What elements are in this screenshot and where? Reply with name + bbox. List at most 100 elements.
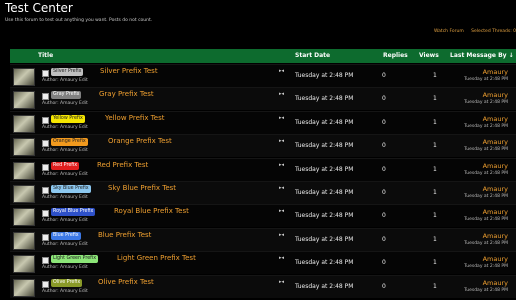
thread-title-link[interactable]: Light Green Prefix Test bbox=[117, 254, 196, 262]
last-message-user[interactable]: Amaury bbox=[483, 138, 508, 146]
table-row[interactable]: Silver Prefix Silver Prefix Test Author:… bbox=[10, 64, 516, 87]
view-count: 1 bbox=[433, 142, 437, 150]
start-date: Tuesday at 2:48 PM bbox=[295, 212, 354, 220]
thread-prefix[interactable]: Light Green Prefix bbox=[51, 255, 99, 264]
column-views[interactable]: Views bbox=[419, 52, 439, 59]
table-row[interactable]: Gray Prefix Gray Prefix Test Author: Ama… bbox=[10, 87, 516, 111]
table-row[interactable]: Light Green Prefix Light Green Prefix Te… bbox=[10, 251, 516, 275]
select-checkbox[interactable] bbox=[42, 140, 49, 148]
thread-title-link[interactable]: Olive Prefix Test bbox=[98, 278, 154, 286]
select-checkbox[interactable] bbox=[42, 280, 49, 288]
preview-arrows-icon[interactable]: ▸◂ bbox=[279, 232, 284, 238]
last-message-user[interactable]: Amaury bbox=[483, 115, 508, 123]
preview-arrows-icon[interactable]: ▸◂ bbox=[279, 208, 284, 214]
thread-author: Author: Amaury Edit bbox=[42, 288, 88, 294]
thread-title-link[interactable]: Orange Prefix Test bbox=[108, 137, 172, 145]
thread-prefix[interactable]: Royal Blue Prefix bbox=[51, 208, 96, 217]
thread-author: Author: Amaury Edit bbox=[42, 148, 88, 154]
thread-title-link[interactable]: Silver Prefix Test bbox=[100, 67, 158, 75]
view-count: 1 bbox=[433, 72, 437, 79]
page-title: Test Center bbox=[5, 1, 73, 15]
thread-prefix[interactable]: Gray Prefix bbox=[51, 91, 82, 100]
avatar[interactable] bbox=[13, 138, 35, 157]
table-row[interactable]: Olive Prefix Olive Prefix Test Author: A… bbox=[10, 274, 516, 298]
avatar[interactable] bbox=[13, 185, 35, 203]
thread-author: Author: Amaury Edit bbox=[42, 78, 88, 83]
table-row[interactable]: Blue Prefix Blue Prefix Test Author: Ama… bbox=[10, 227, 516, 251]
last-message-user[interactable]: Amaury bbox=[483, 279, 508, 287]
preview-arrows-icon[interactable]: ▸◂ bbox=[279, 68, 284, 74]
thread-title-link[interactable]: Red Prefix Test bbox=[97, 161, 148, 169]
column-start-date[interactable]: Start Date bbox=[295, 52, 330, 59]
last-message-user[interactable]: Amaury bbox=[483, 68, 508, 76]
last-message-user[interactable]: Amaury bbox=[483, 91, 508, 99]
avatar[interactable] bbox=[13, 91, 35, 110]
watch-forum-link[interactable]: Watch Forum bbox=[434, 29, 464, 34]
last-message-user[interactable]: Amaury bbox=[483, 255, 508, 263]
preview-arrows-icon[interactable]: ▸◂ bbox=[279, 255, 284, 261]
start-date: Tuesday at 2:48 PM bbox=[295, 118, 354, 126]
column-last-message[interactable]: Last Message By ↓ bbox=[450, 52, 514, 59]
select-checkbox[interactable] bbox=[42, 187, 49, 194]
view-count: 1 bbox=[433, 259, 437, 267]
table-row[interactable]: Red Prefix Red Prefix Test Author: Amaur… bbox=[10, 157, 516, 181]
select-checkbox[interactable] bbox=[42, 70, 49, 77]
reply-count: 0 bbox=[382, 282, 386, 290]
avatar[interactable] bbox=[13, 255, 35, 274]
avatar[interactable] bbox=[13, 231, 35, 250]
last-message-user[interactable]: Amaury bbox=[483, 185, 508, 193]
select-checkbox[interactable] bbox=[42, 93, 49, 101]
table-row[interactable]: Sky Blue Prefix Sky Blue Prefix Test Aut… bbox=[10, 181, 516, 204]
reply-count: 0 bbox=[382, 189, 386, 196]
avatar[interactable] bbox=[13, 68, 35, 86]
view-count: 1 bbox=[433, 235, 437, 243]
column-replies[interactable]: Replies bbox=[383, 52, 408, 59]
thread-author: Author: Amaury Edit bbox=[42, 218, 88, 224]
avatar[interactable] bbox=[13, 114, 35, 133]
last-message-date: Tuesday at 2:48 PM bbox=[464, 217, 508, 223]
start-date: Tuesday at 2:48 PM bbox=[295, 189, 354, 196]
thread-prefix[interactable]: Blue Prefix bbox=[51, 231, 81, 240]
thread-title-link[interactable]: Royal Blue Prefix Test bbox=[114, 207, 189, 215]
table-row[interactable]: Yellow Prefix Yellow Prefix Test Author:… bbox=[10, 110, 516, 134]
thread-author: Author: Amaury Edit bbox=[42, 101, 88, 107]
avatar[interactable] bbox=[13, 208, 35, 227]
select-checkbox[interactable] bbox=[42, 116, 49, 124]
thread-title-link[interactable]: Blue Prefix Test bbox=[98, 231, 151, 239]
last-message-user[interactable]: Amaury bbox=[483, 208, 508, 216]
selected-threads-link[interactable]: Selected Threads: 0 bbox=[471, 29, 516, 34]
last-message-user[interactable]: Amaury bbox=[483, 232, 508, 240]
thread-prefix[interactable]: Yellow Prefix bbox=[51, 114, 85, 123]
preview-arrows-icon[interactable]: ▸◂ bbox=[279, 162, 284, 168]
thread-prefix[interactable]: Silver Prefix bbox=[51, 68, 84, 76]
thread-title-link[interactable]: Gray Prefix Test bbox=[99, 90, 154, 98]
column-title[interactable]: Title bbox=[38, 52, 53, 59]
last-message-date: Tuesday at 2:48 PM bbox=[464, 100, 508, 106]
select-checkbox[interactable] bbox=[42, 163, 49, 171]
last-message-user[interactable]: Amaury bbox=[483, 162, 508, 170]
preview-arrows-icon[interactable]: ▸◂ bbox=[279, 138, 284, 144]
start-date: Tuesday at 2:48 PM bbox=[295, 235, 354, 243]
table-row[interactable]: Orange Prefix Orange Prefix Test Author:… bbox=[10, 134, 516, 158]
view-count: 1 bbox=[433, 118, 437, 126]
thread-prefix[interactable]: Orange Prefix bbox=[51, 138, 88, 147]
thread-title-link[interactable]: Sky Blue Prefix Test bbox=[108, 184, 176, 192]
select-checkbox[interactable] bbox=[42, 257, 49, 265]
thread-prefix[interactable]: Olive Prefix bbox=[51, 278, 83, 287]
view-count: 1 bbox=[433, 212, 437, 220]
select-checkbox[interactable] bbox=[42, 210, 49, 218]
avatar[interactable] bbox=[13, 278, 35, 297]
preview-arrows-icon[interactable]: ▸◂ bbox=[279, 91, 284, 97]
preview-arrows-icon[interactable]: ▸◂ bbox=[279, 279, 284, 285]
reply-count: 0 bbox=[382, 118, 386, 126]
preview-arrows-icon[interactable]: ▸◂ bbox=[279, 115, 284, 121]
avatar[interactable] bbox=[13, 161, 35, 180]
table-row[interactable]: Royal Blue Prefix Royal Blue Prefix Test… bbox=[10, 204, 516, 228]
last-message-date: Tuesday at 2:48 PM bbox=[464, 264, 508, 270]
preview-arrows-icon[interactable]: ▸◂ bbox=[279, 185, 284, 191]
select-checkbox[interactable] bbox=[42, 233, 49, 241]
thread-list-header: Title Start Date Replies Views Last Mess… bbox=[10, 49, 516, 63]
thread-prefix[interactable]: Sky Blue Prefix bbox=[51, 185, 91, 193]
thread-title-link[interactable]: Yellow Prefix Test bbox=[105, 114, 164, 122]
thread-prefix[interactable]: Red Prefix bbox=[51, 161, 80, 170]
